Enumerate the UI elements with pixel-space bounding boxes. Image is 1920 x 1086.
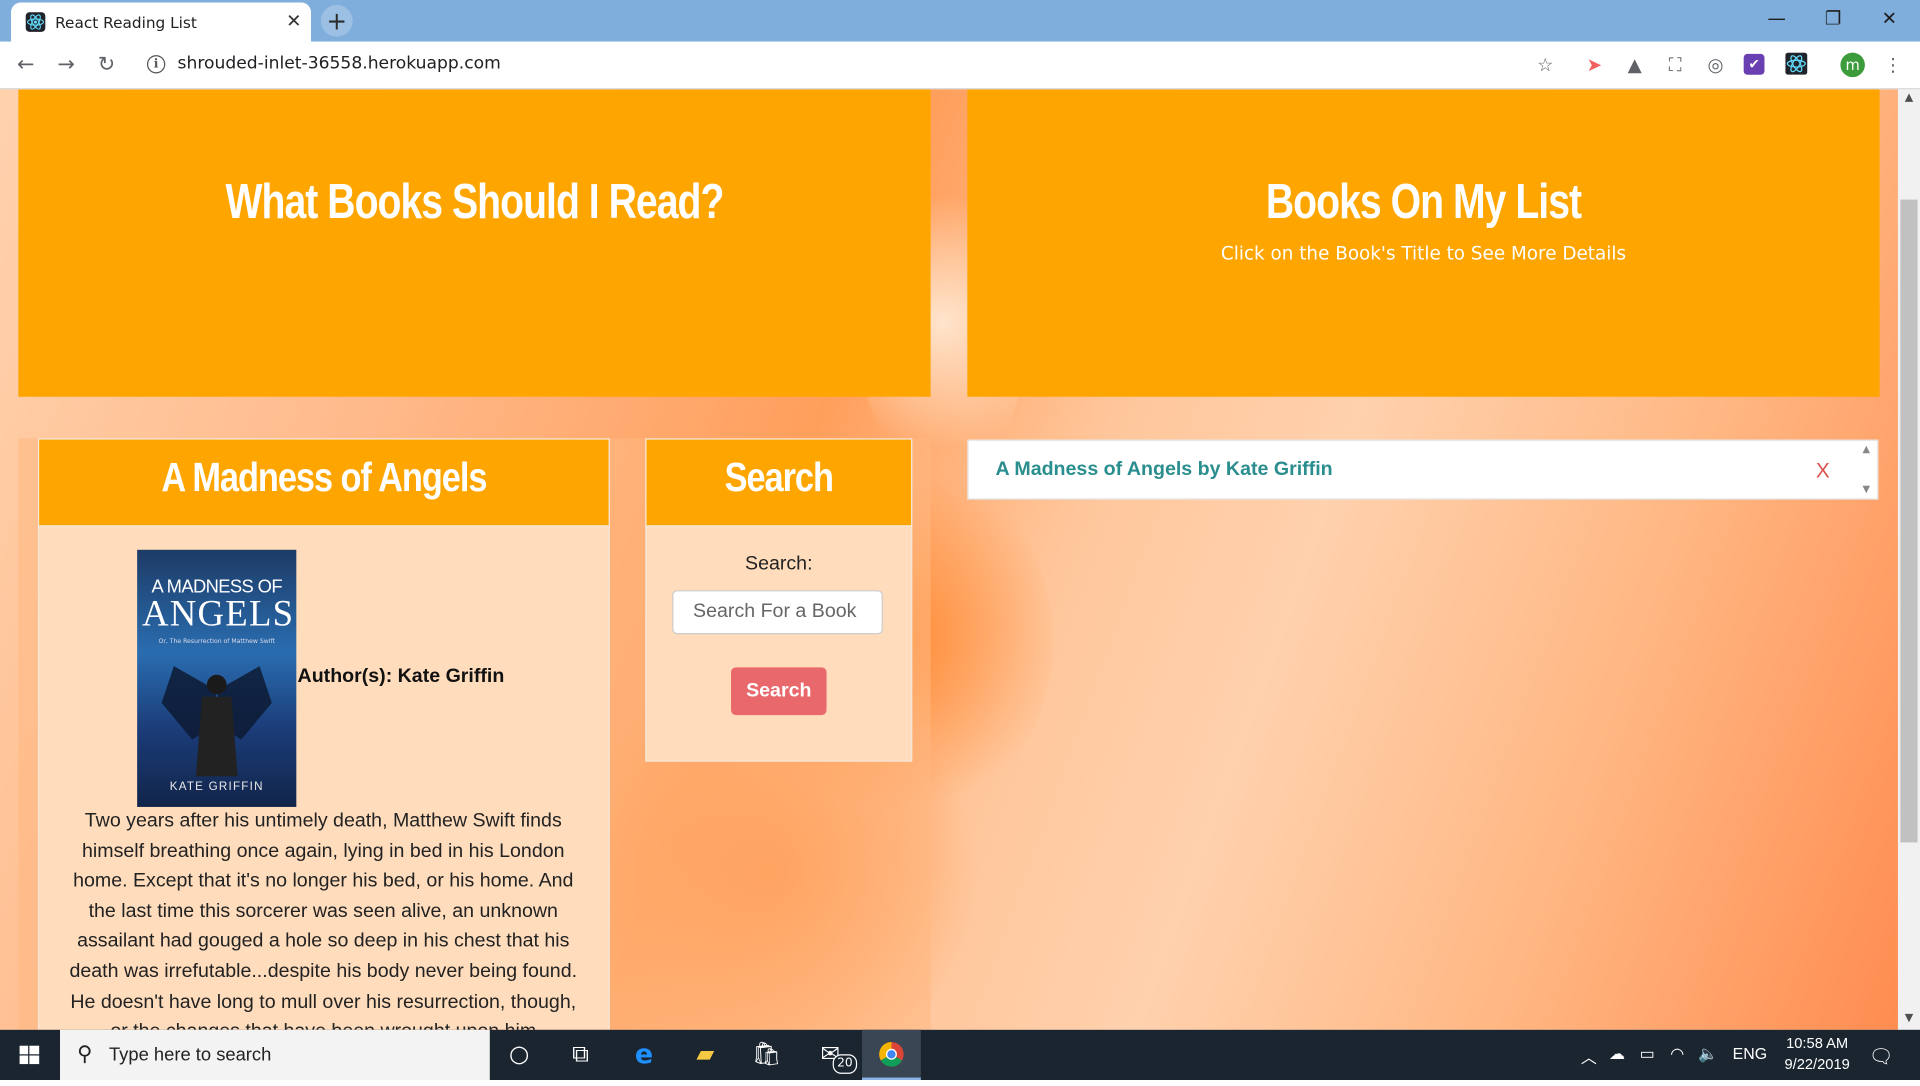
search-card: Search Search: Search	[645, 438, 913, 762]
clock-date: 9/22/2019	[1784, 1055, 1850, 1073]
taskbar-clock[interactable]: 10:58 AM 9/22/2019	[1763, 1033, 1871, 1075]
address-bar[interactable]: i shrouded-inlet-36558.herokuapp.com	[135, 48, 1568, 82]
show-hidden-icons-icon[interactable]: ︿	[1581, 1044, 1597, 1067]
taskbar-search-box[interactable]: ⚲ Type here to search	[60, 1029, 490, 1081]
browser-tab-strip: React Reading List ✕ + — ❐ ✕	[0, 0, 1920, 42]
chrome-icon[interactable]	[862, 1029, 921, 1081]
scroll-up-icon[interactable]: ▲	[1862, 443, 1870, 454]
menu-icon[interactable]: ⋮	[1881, 53, 1905, 77]
remove-book-button[interactable]: X	[1816, 459, 1830, 483]
search-heading: Search	[724, 454, 834, 500]
onedrive-icon[interactable]: ☁	[1609, 1044, 1625, 1064]
search-label: Search:	[745, 553, 813, 575]
battery-icon[interactable]: ▭	[1640, 1044, 1655, 1064]
screenshot-icon[interactable]: ⛶	[1663, 53, 1687, 77]
devtools-icon[interactable]: ◎	[1703, 53, 1727, 77]
url-text[interactable]: shrouded-inlet-36558.herokuapp.com	[178, 54, 501, 74]
search-button[interactable]: Search	[731, 667, 827, 716]
taskbar-search-placeholder[interactable]: Type here to search	[109, 1044, 271, 1065]
notifications-icon[interactable]: 🗨	[1869, 1044, 1894, 1068]
book-description: Two years after his untimely death, Matt…	[69, 810, 578, 1030]
back-icon[interactable]: ←	[10, 49, 42, 81]
list-scrollbar[interactable]: ▲ ▼	[1859, 441, 1877, 499]
cast-icon[interactable]: ➤	[1582, 53, 1606, 77]
scrollbar-thumb[interactable]	[1900, 199, 1918, 843]
mail-icon[interactable]: ✉ 20	[801, 1030, 860, 1080]
store-icon[interactable]: 🛍	[737, 1030, 796, 1080]
list-subtitle: Click on the Book's Title to See More De…	[1220, 242, 1627, 265]
search-icon: ⚲	[77, 1042, 93, 1067]
cortana-icon[interactable]: ○	[490, 1030, 549, 1080]
browser-tab[interactable]: React Reading List ✕	[11, 2, 312, 42]
edge-icon[interactable]: e	[615, 1030, 674, 1080]
scroll-down-icon[interactable]: ▼	[1862, 484, 1870, 495]
search-input[interactable]	[672, 590, 883, 635]
clock-time: 10:58 AM	[1786, 1034, 1849, 1052]
page-title: What Books Should I Read?	[225, 175, 725, 229]
search-card-header: Search	[646, 439, 912, 527]
close-window-button[interactable]: ✕	[1861, 0, 1917, 39]
list-title: Books On My List	[1265, 175, 1582, 229]
windows-logo-icon	[19, 1045, 40, 1065]
mail-badge: 20	[832, 1054, 858, 1074]
list-item: A Madness of Angels by Kate Griffin X ▲ …	[967, 439, 1879, 500]
language-indicator[interactable]: ENG	[1733, 1044, 1767, 1062]
header-left: What Books Should I Read?	[18, 89, 931, 397]
list-item-title-link[interactable]: A Madness of Angels by Kate Griffin	[996, 459, 1333, 481]
scroll-up-icon[interactable]: ▲	[1898, 92, 1920, 104]
winged-figure-icon	[161, 666, 272, 777]
book-author: Author(s): Kate Griffin	[297, 666, 505, 687]
react-favicon-icon	[25, 12, 46, 32]
reload-icon[interactable]: ↻	[91, 49, 123, 81]
tab-close-icon[interactable]: ✕	[283, 10, 305, 32]
cover-author-text: KATE GRIFFIN	[169, 780, 264, 794]
forward-icon[interactable]: →	[50, 49, 82, 81]
react-devtools-icon[interactable]	[1784, 52, 1808, 77]
cover-title-text: ANGELS	[142, 593, 295, 635]
book-cover-image: A MADNESS OF ANGELS Or, The Resurrection…	[137, 549, 297, 807]
book-card-header: A Madness of Angels	[39, 439, 609, 527]
page-content: What Books Should I Read? Books On My Li…	[0, 89, 1898, 1030]
star-icon[interactable]: ☆	[1533, 53, 1557, 77]
cover-tagline: Or, The Resurrection of Matthew Swift	[158, 637, 275, 646]
book-title: A Madness of Angels	[161, 454, 487, 500]
browser-toolbar: ← → ↻ i shrouded-inlet-36558.herokuapp.c…	[0, 41, 1920, 90]
new-tab-button[interactable]: +	[320, 4, 353, 37]
minimize-button[interactable]: —	[1749, 0, 1805, 39]
task-view-icon[interactable]: ⧉	[551, 1030, 610, 1080]
profile-avatar[interactable]: m	[1840, 52, 1865, 78]
pocket-icon[interactable]: ✔	[1743, 53, 1765, 75]
tab-title: React Reading List	[55, 13, 197, 32]
windows-start-button[interactable]	[0, 1030, 59, 1080]
restore-button[interactable]: ❐	[1805, 0, 1861, 39]
page-scrollbar[interactable]: ▲ ▼	[1897, 89, 1920, 1030]
screen: React Reading List ✕ + — ❐ ✕ ← → ↻ i shr…	[0, 0, 1920, 1081]
header-right: Books On My List Click on the Book's Tit…	[967, 89, 1880, 397]
scroll-down-icon[interactable]: ▼	[1898, 1013, 1920, 1025]
file-explorer-icon[interactable]: ▰	[676, 1030, 735, 1080]
drive-icon[interactable]: ▲	[1622, 53, 1646, 77]
volume-icon[interactable]: 🔈	[1698, 1044, 1718, 1064]
book-details-card: A Madness of Angels A MADNESS OF ANGELS …	[37, 438, 610, 1030]
wifi-icon[interactable]: ◠	[1670, 1044, 1684, 1064]
site-info-icon[interactable]: i	[146, 55, 166, 74]
windows-taskbar: ⚲ Type here to search ○ ⧉ e ▰ 🛍 ✉ 20 ︿ ☁ …	[0, 1029, 1920, 1081]
